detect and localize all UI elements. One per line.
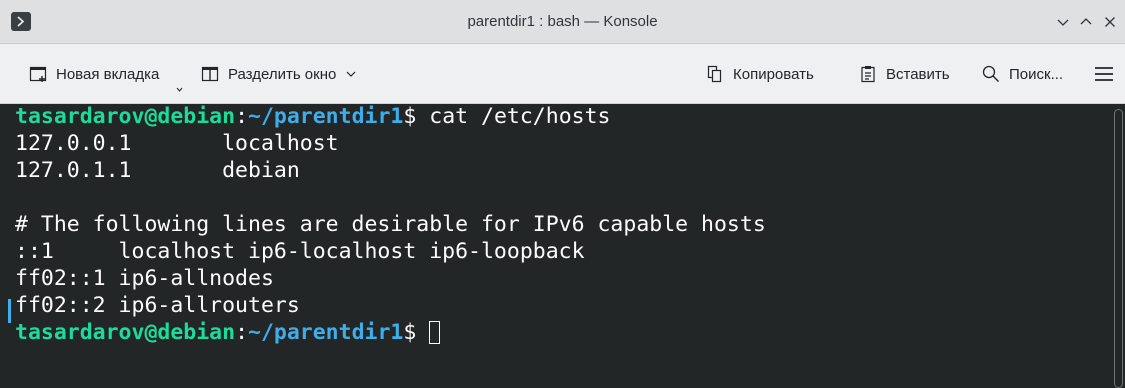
output-line: ff02::1 ip6-allnodes	[15, 266, 274, 291]
split-view-button[interactable]: Разделить окно	[200, 62, 357, 86]
paste-button[interactable]: Вставить	[858, 62, 950, 86]
text-cursor	[429, 321, 441, 344]
chevron-down-icon	[1057, 19, 1069, 26]
search-button[interactable]: Поиск...	[981, 62, 1063, 86]
prompt-user: tasardarov@debian	[15, 320, 236, 345]
prompt-symbol: $	[403, 104, 430, 129]
scrollbar-thumb[interactable]	[1114, 109, 1123, 388]
paste-label: Вставить	[886, 65, 950, 83]
close-button[interactable]	[1101, 13, 1119, 31]
output-line: 127.0.0.1 localhost	[15, 131, 339, 156]
titlebar[interactable]: parentdir1 : bash — Konsole	[0, 0, 1125, 44]
copy-label: Копировать	[733, 65, 814, 83]
close-icon	[1105, 17, 1115, 27]
konsole-window: parentdir1 : bash — Konsole Новая вкладк…	[0, 0, 1125, 388]
maximize-button[interactable]	[1077, 13, 1095, 31]
paste-icon	[861, 66, 875, 83]
hamburger-menu-button[interactable]	[1093, 62, 1123, 86]
search-icon	[982, 65, 999, 82]
prompt-path: ~/parentdir1	[248, 320, 404, 345]
new-tab-label: Новая вкладка	[56, 65, 160, 83]
new-tab-menu-arrow[interactable]	[176, 80, 183, 92]
split-view-icon	[201, 66, 219, 82]
new-tab-button[interactable]: Новая вкладка	[28, 62, 159, 86]
output-line: # The following lines are desirable for …	[15, 212, 766, 237]
prompt-colon: :	[235, 320, 249, 345]
command-line: tasardarov@debian:~/parentdir1$ cat /etc…	[15, 104, 610, 130]
split-view-label: Разделить окно	[228, 65, 337, 83]
prompt-user: tasardarov@debian	[15, 104, 236, 129]
toolbar: Новая вкладка Разделить окно Копировать	[0, 44, 1125, 104]
new-tab-icon	[29, 66, 47, 82]
search-label: Поиск...	[1009, 65, 1064, 83]
copy-icon	[707, 65, 722, 83]
command-text: cat /etc/hosts	[429, 104, 611, 129]
scrollbar[interactable]	[1112, 104, 1125, 388]
output-line: 127.0.1.1 debian	[15, 158, 300, 183]
output-line: ::1 localhost ip6-localhost ip6-loopback	[15, 239, 585, 264]
output-line: ff02::2 ip6-allrouters	[15, 293, 300, 318]
chevron-up-icon	[1080, 18, 1092, 25]
chevron-down-icon	[176, 87, 183, 92]
hamburger-menu-icon	[1095, 67, 1113, 81]
copy-button[interactable]: Копировать	[705, 62, 814, 86]
window-title: parentdir1 : bash — Konsole	[467, 13, 658, 30]
prompt-path: ~/parentdir1	[248, 104, 404, 129]
prompt-symbol: $	[403, 320, 430, 345]
prompt-colon: :	[235, 104, 249, 129]
line-marker	[8, 299, 11, 323]
chevron-down-icon	[346, 71, 356, 77]
terminal-view[interactable]: tasardarov@debian:~/parentdir1$ cat /etc…	[0, 104, 1112, 388]
prompt-line: tasardarov@debian:~/parentdir1$	[15, 320, 441, 346]
minimize-button[interactable]	[1054, 13, 1072, 31]
